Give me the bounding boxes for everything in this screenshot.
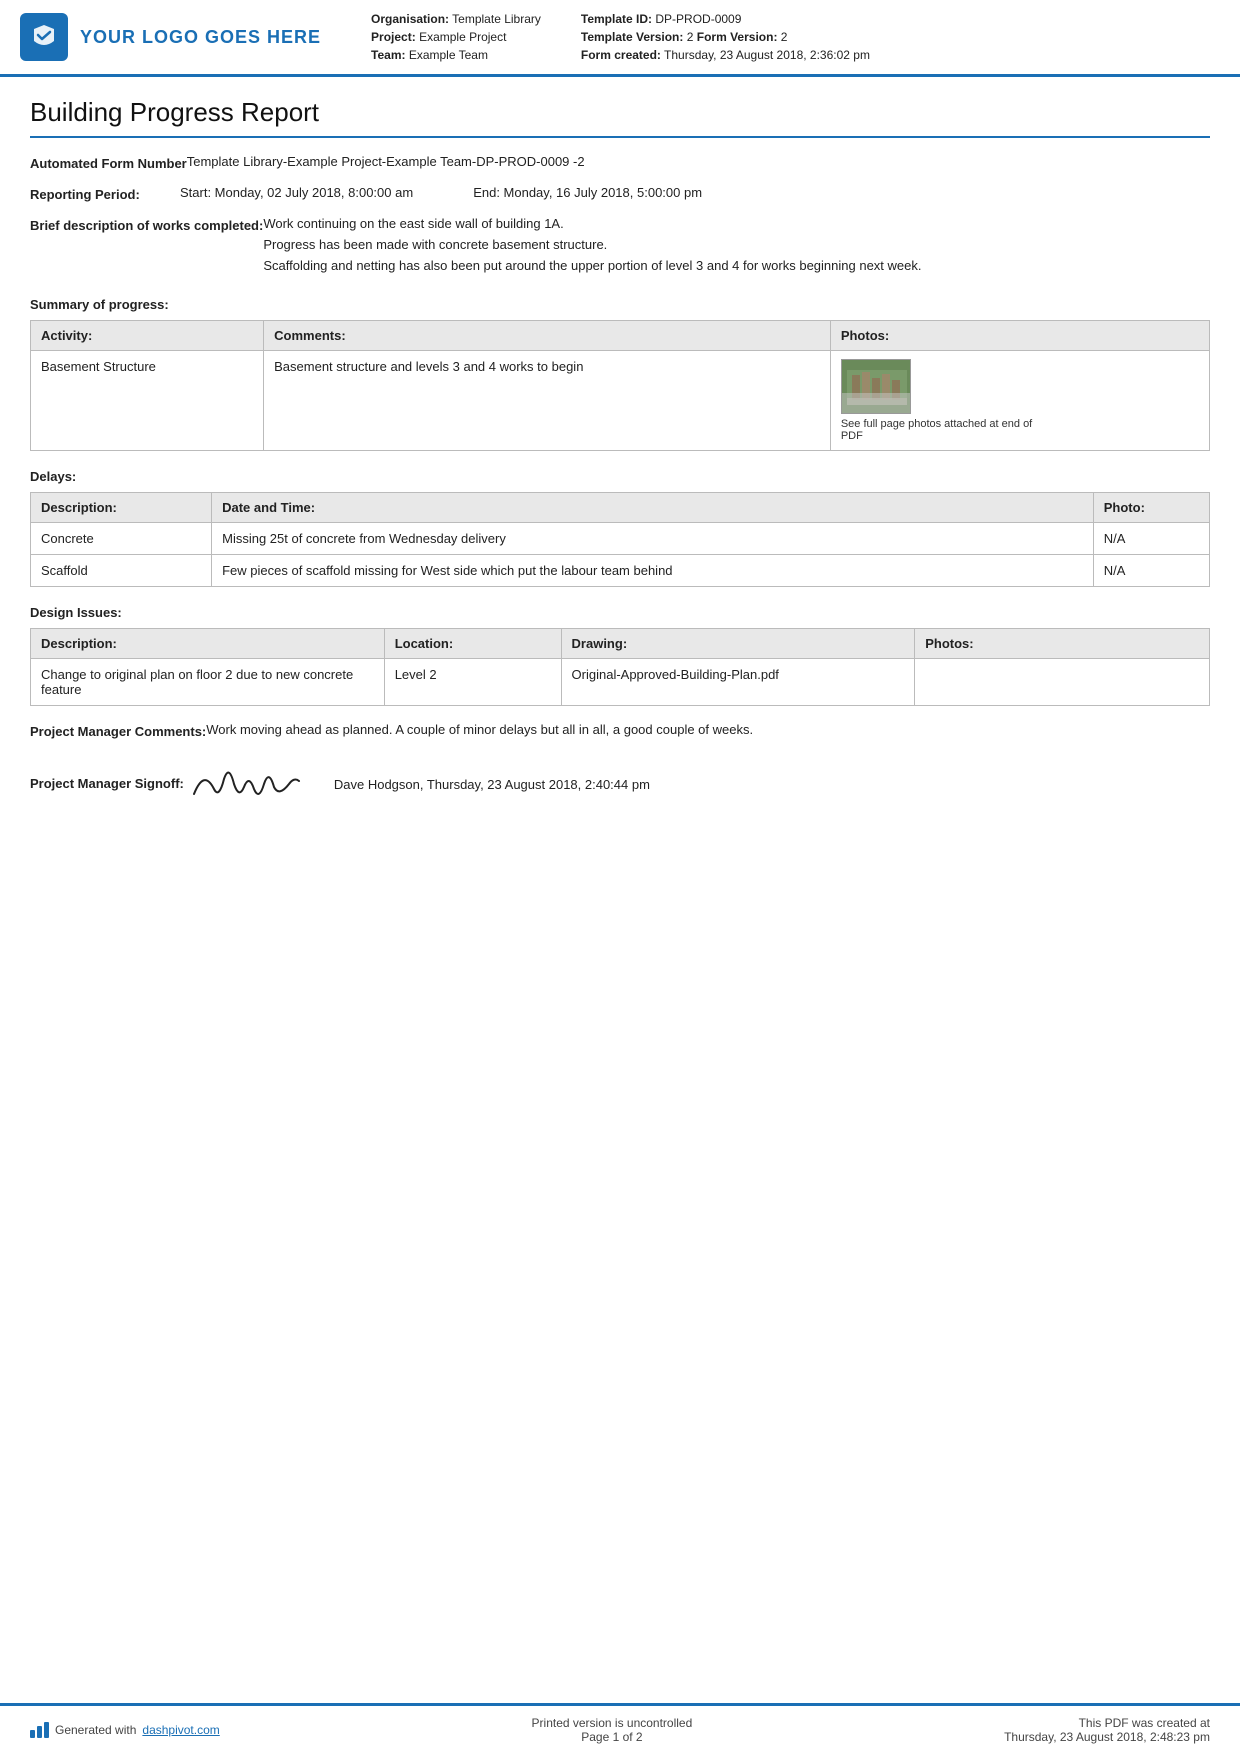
design-col-location: Location:	[384, 629, 561, 659]
delays-heading: Delays:	[30, 469, 1210, 484]
delays-col-description: Description:	[31, 493, 212, 523]
footer-bar-3	[44, 1722, 49, 1738]
footer-created-date: Thursday, 23 August 2018, 2:48:23 pm	[1004, 1730, 1210, 1744]
logo-icon	[20, 13, 68, 61]
design-location: Level 2	[384, 659, 561, 706]
footer-page-number: Page 1 of 2	[532, 1730, 693, 1744]
brief-desc-value: Work continuing on the east side wall of…	[263, 216, 1210, 279]
page-title: Building Progress Report	[30, 97, 1210, 138]
version-line: Template Version: 2 Form Version: 2	[581, 30, 870, 44]
delay-photo: N/A	[1093, 555, 1209, 587]
design-col-photos: Photos:	[915, 629, 1210, 659]
reporting-period-inline: Start: Monday, 02 July 2018, 8:00:00 am …	[180, 185, 1210, 200]
design-issues-table-row: Change to original plan on floor 2 due t…	[31, 659, 1210, 706]
footer-logo-icon	[30, 1722, 49, 1738]
footer-bar-1	[30, 1730, 35, 1738]
logo-area: YOUR LOGO GOES HERE	[20, 12, 321, 62]
footer-uncontrolled: Printed version is uncontrolled	[532, 1716, 693, 1730]
photo-cell: See full page photos attached at end of …	[841, 359, 1199, 442]
pm-signoff-info: Dave Hodgson, Thursday, 23 August 2018, …	[334, 777, 650, 792]
footer-center: Printed version is uncontrolled Page 1 o…	[532, 1716, 693, 1744]
delay-datetime: Few pieces of scaffold missing for West …	[212, 555, 1094, 587]
pm-signoff-row: Project Manager Signoff: Dave Hodgson, T…	[30, 755, 1210, 809]
summary-col-comments: Comments:	[264, 321, 831, 351]
summary-table: Activity: Comments: Photos: Basement Str…	[30, 320, 1210, 451]
footer-right: This PDF was created at Thursday, 23 Aug…	[1004, 1716, 1210, 1744]
design-drawing: Original-Approved-Building-Plan.pdf	[561, 659, 915, 706]
delays-table: Description: Date and Time: Photo: Concr…	[30, 492, 1210, 587]
brief-desc-line: Scaffolding and netting has also been pu…	[263, 258, 1210, 273]
footer-bar-2	[37, 1726, 42, 1738]
reporting-period-label: Reporting Period:	[30, 185, 180, 202]
brief-desc-line: Work continuing on the east side wall of…	[263, 216, 1210, 231]
header-meta-left: Organisation: Template Library Project: …	[371, 12, 541, 62]
pm-signoff-label: Project Manager Signoff:	[30, 774, 184, 791]
footer: Generated with dashpivot.com Printed ver…	[0, 1703, 1240, 1754]
project-line: Project: Example Project	[371, 30, 541, 44]
logo-text: YOUR LOGO GOES HERE	[80, 27, 321, 48]
photo-caption: See full page photos attached at end of …	[841, 418, 1041, 442]
delay-description: Concrete	[31, 523, 212, 555]
reporting-period-start: Start: Monday, 02 July 2018, 8:00:00 am	[180, 185, 413, 200]
automated-form-row: Automated Form Number Template Library-E…	[30, 154, 1210, 171]
summary-photos: See full page photos attached at end of …	[830, 351, 1209, 451]
template-id-line: Template ID: DP-PROD-0009	[581, 12, 870, 26]
header: YOUR LOGO GOES HERE Organisation: Templa…	[0, 0, 1240, 77]
design-issues-heading: Design Issues:	[30, 605, 1210, 620]
brief-desc-label: Brief description of works completed:	[30, 216, 263, 233]
delays-table-header-row: Description: Date and Time: Photo:	[31, 493, 1210, 523]
delay-photo: N/A	[1093, 523, 1209, 555]
pm-comments-label: Project Manager Comments:	[30, 722, 206, 739]
design-issues-header-row: Description: Location: Drawing: Photos:	[31, 629, 1210, 659]
delays-col-datetime: Date and Time:	[212, 493, 1094, 523]
automated-form-label: Automated Form Number	[30, 154, 187, 171]
photo-thumbnail	[841, 359, 911, 414]
org-line: Organisation: Template Library	[371, 12, 541, 26]
reporting-period-value: Start: Monday, 02 July 2018, 8:00:00 am …	[180, 185, 1210, 200]
signature-row: Dave Hodgson, Thursday, 23 August 2018, …	[184, 759, 1210, 809]
delay-datetime: Missing 25t of concrete from Wednesday d…	[212, 523, 1094, 555]
footer-link[interactable]: dashpivot.com	[142, 1723, 219, 1737]
summary-table-header-row: Activity: Comments: Photos:	[31, 321, 1210, 351]
automated-form-value: Template Library-Example Project-Example…	[187, 154, 1210, 169]
brief-desc-row: Brief description of works completed: Wo…	[30, 216, 1210, 279]
header-meta-right: Template ID: DP-PROD-0009 Template Versi…	[581, 12, 870, 62]
header-meta: Organisation: Template Library Project: …	[341, 12, 1210, 62]
main-content: Building Progress Report Automated Form …	[0, 77, 1240, 903]
footer-generated-text: Generated with	[55, 1723, 136, 1737]
design-description: Change to original plan on floor 2 due t…	[31, 659, 385, 706]
summary-heading: Summary of progress:	[30, 297, 1210, 312]
summary-col-activity: Activity:	[31, 321, 264, 351]
design-col-drawing: Drawing:	[561, 629, 915, 659]
reporting-period-end: End: Monday, 16 July 2018, 5:00:00 pm	[473, 185, 702, 200]
delays-table-row: Concrete Missing 25t of concrete from We…	[31, 523, 1210, 555]
design-photos	[915, 659, 1210, 706]
summary-col-photos: Photos:	[830, 321, 1209, 351]
signature-image	[184, 759, 304, 809]
summary-table-row: Basement Structure Basement structure an…	[31, 351, 1210, 451]
footer-created-label: This PDF was created at	[1004, 1716, 1210, 1730]
pm-signoff-area: Dave Hodgson, Thursday, 23 August 2018, …	[184, 755, 1210, 809]
footer-logo: Generated with dashpivot.com	[30, 1722, 220, 1738]
pm-comments-value: Work moving ahead as planned. A couple o…	[206, 722, 1210, 737]
delays-col-photo: Photo:	[1093, 493, 1209, 523]
pm-comments-row: Project Manager Comments: Work moving ah…	[30, 722, 1210, 739]
delay-description: Scaffold	[31, 555, 212, 587]
team-line: Team: Example Team	[371, 48, 541, 62]
design-col-description: Description:	[31, 629, 385, 659]
form-created-line: Form created: Thursday, 23 August 2018, …	[581, 48, 870, 62]
summary-comments: Basement structure and levels 3 and 4 wo…	[264, 351, 831, 451]
reporting-period-row: Reporting Period: Start: Monday, 02 July…	[30, 185, 1210, 202]
summary-activity: Basement Structure	[31, 351, 264, 451]
delays-table-row: Scaffold Few pieces of scaffold missing …	[31, 555, 1210, 587]
brief-desc-line: Progress has been made with concrete bas…	[263, 237, 1210, 252]
design-issues-table: Description: Location: Drawing: Photos: …	[30, 628, 1210, 706]
